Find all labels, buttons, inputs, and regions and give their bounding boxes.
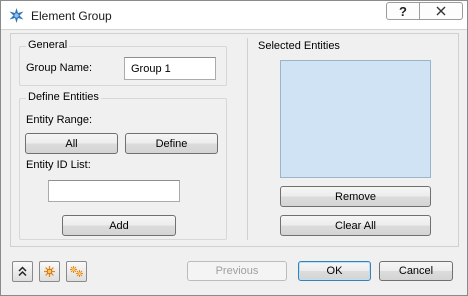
cancel-button[interactable]: Cancel [379,261,453,281]
clear-all-button[interactable]: Clear All [280,215,431,236]
collapse-up-icon [18,266,27,277]
remove-button[interactable]: Remove [280,186,431,207]
app-icon [9,8,24,23]
close-icon [436,6,446,16]
define-entities-legend: Define Entities [26,91,101,103]
dialog-content: General Group Name: Define Entities Enti… [10,33,459,247]
group-name-input[interactable] [124,57,216,80]
entity-range-label: Entity Range: [26,114,93,126]
entity-id-list-input[interactable] [48,180,180,202]
highlight-all-icon [70,266,83,277]
window-title: Element Group [31,9,112,23]
selected-entities-legend: Selected Entities [258,40,340,52]
element-group-dialog: Element Group ? General Group Name: Defi… [0,0,468,296]
previous-button[interactable]: Previous [187,261,287,281]
define-button[interactable]: Define [125,133,218,154]
highlight-icon [44,266,55,277]
group-name-label: Group Name: [26,62,93,74]
title-bar[interactable]: Element Group ? [1,1,467,30]
define-entities-group: Define Entities Entity Range: All Define… [19,91,227,240]
highlight-all-button[interactable] [66,261,87,282]
question-mark-icon: ? [399,3,407,19]
dialog-footer: Previous OK Cancel [1,251,467,295]
general-legend: General [26,39,70,51]
selected-entities-list[interactable] [280,60,431,178]
entity-id-list-label: Entity ID List: [26,159,91,171]
highlight-button[interactable] [39,261,60,282]
help-button[interactable]: ? [386,2,420,20]
close-button[interactable] [419,2,463,20]
add-button[interactable]: Add [62,215,176,236]
all-button[interactable]: All [25,133,118,154]
ok-button[interactable]: OK [298,261,371,281]
general-group: General Group Name: [19,39,227,86]
collapse-up-button[interactable] [12,261,33,282]
vertical-divider [247,38,248,240]
